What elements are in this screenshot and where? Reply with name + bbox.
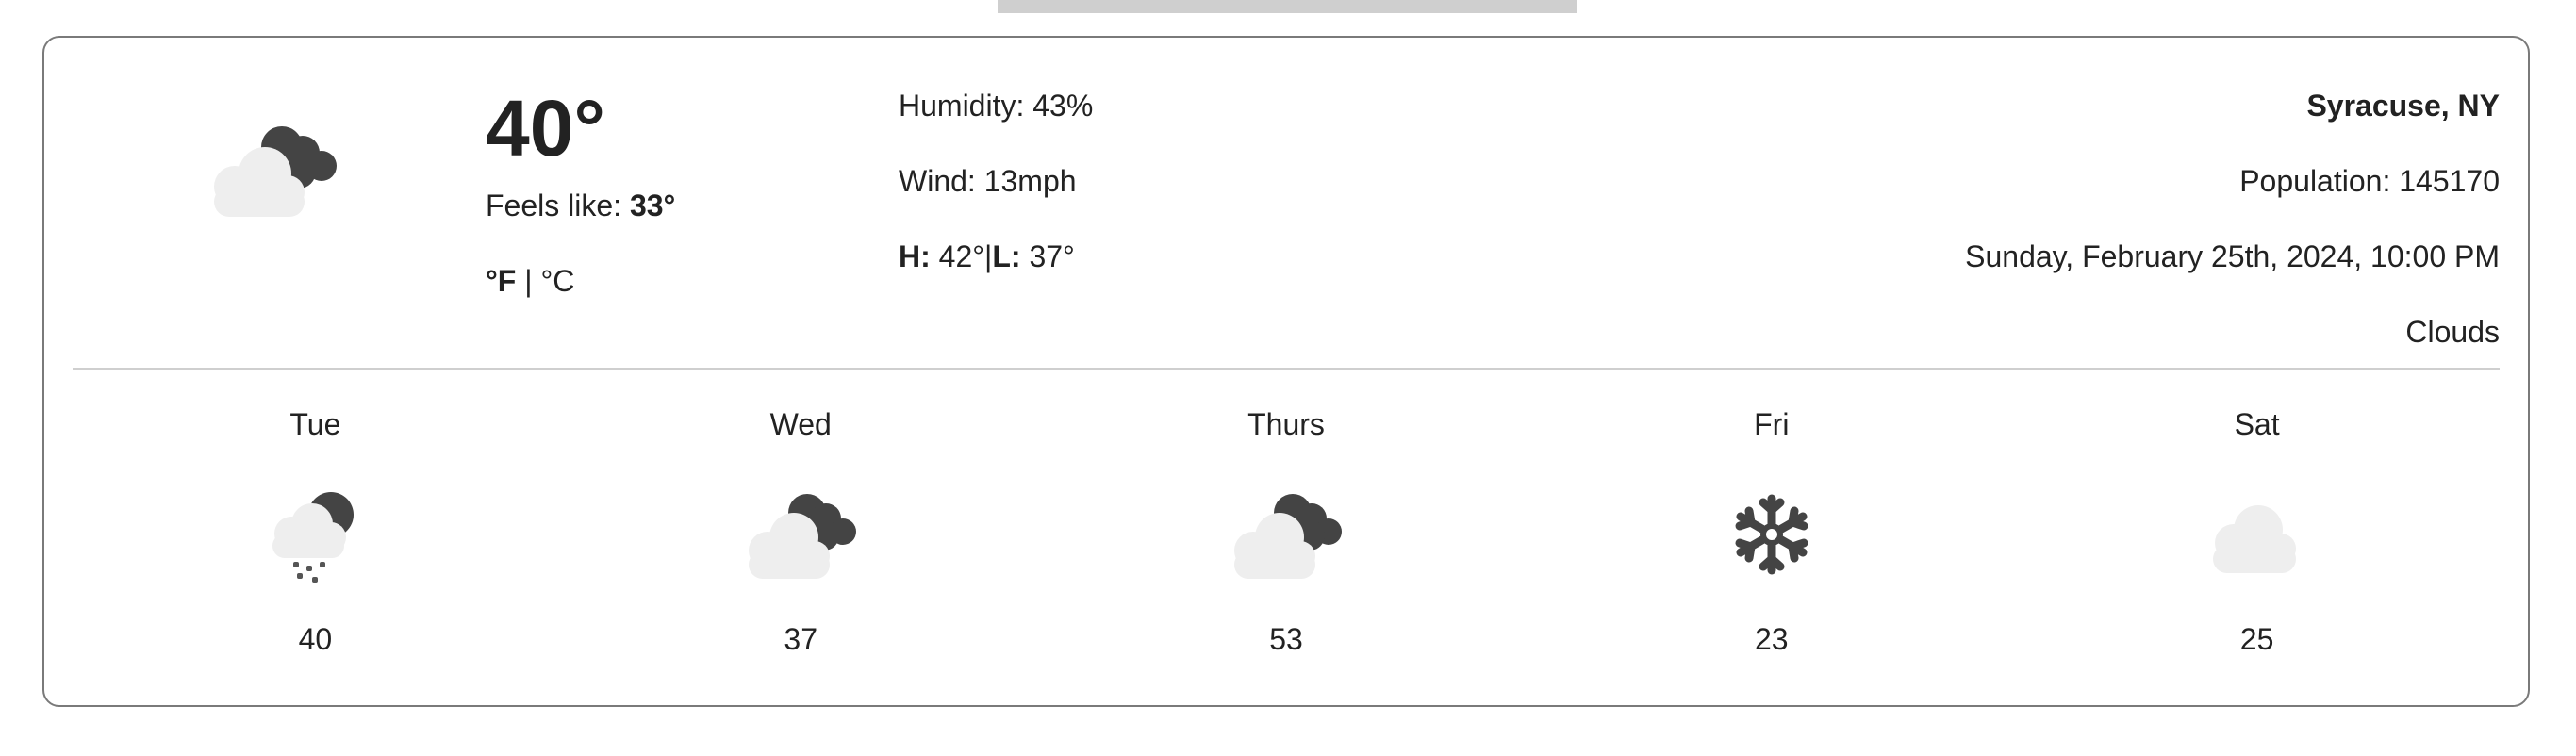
clouds-night-icon (749, 494, 857, 579)
feels-like: Feels like: 33° (486, 187, 675, 224)
forecast-temp: 40 (298, 622, 333, 656)
high-value: 42° (938, 239, 985, 273)
rain-night-icon (272, 492, 355, 583)
forecast-temp: 53 (1269, 622, 1303, 656)
forecast-temp: 37 (784, 622, 817, 656)
unit-separator: | (524, 264, 533, 298)
current-temperature: 40° (486, 84, 606, 173)
high-low: H: 42°|L: 37° (899, 239, 1075, 273)
forecast-day-label: Sat (2234, 407, 2280, 441)
weather-details: Humidity: 43% Wind: 13mph H: 42°|L: 37° (899, 87, 1093, 313)
forecast-temp: 25 (2239, 622, 2274, 656)
forecast-day: Wed 37 (558, 405, 1044, 658)
city-name: Syracuse, NY (2306, 89, 2500, 123)
date-time: Sunday, February 25th, 2024, 10:00 PM (1965, 239, 2500, 273)
forecast-day-label: Tue (289, 407, 341, 441)
clouds-night-icon (214, 126, 337, 217)
current-temperature-block: 40° Feels like: 33° °F | °C (486, 81, 675, 300)
forecast-day-label: Thurs (1247, 407, 1325, 441)
humidity: Humidity: 43% (899, 89, 1094, 123)
divider (73, 368, 2500, 370)
cloud-icon (2212, 505, 2296, 573)
population: Population: 145170 (2239, 164, 2500, 198)
snowflake-icon (1735, 494, 1808, 575)
feels-like-value: 33° (629, 189, 676, 222)
forecast-row: Tue 40 Wed 37 Thurs 53 Fri 23 Sat 25 (73, 405, 2500, 658)
low-value: 37° (1029, 239, 1075, 273)
celsius-toggle[interactable]: °C (540, 264, 574, 298)
forecast-day: Fri 23 (1528, 405, 2014, 658)
forecast-day-label: Wed (769, 407, 832, 441)
wind: Wind: 13mph (899, 164, 1077, 198)
weather-condition: Clouds (2405, 315, 2500, 349)
high-label: H: (899, 239, 931, 273)
clouds-night-icon (1233, 494, 1342, 579)
forecast-temp: 23 (1754, 622, 1789, 656)
forecast-day: Tue 40 (73, 405, 558, 658)
forecast-day: Thurs 53 (1044, 405, 1529, 658)
low-label: L: (992, 239, 1021, 273)
location-info: Syracuse, NY Population: 145170 Sunday, … (1965, 87, 2500, 388)
fahrenheit-toggle[interactable]: °F (486, 264, 516, 298)
feels-like-label: Feels like: (486, 189, 622, 222)
top-scroll-indicator (998, 0, 1577, 13)
forecast-day: Sat 25 (2014, 405, 2500, 658)
forecast-day-label: Fri (1754, 407, 1790, 441)
weather-card: 40° Feels like: 33° °F | °C Humidity: 43… (42, 36, 2530, 707)
unit-toggle: °F | °C (486, 262, 675, 300)
